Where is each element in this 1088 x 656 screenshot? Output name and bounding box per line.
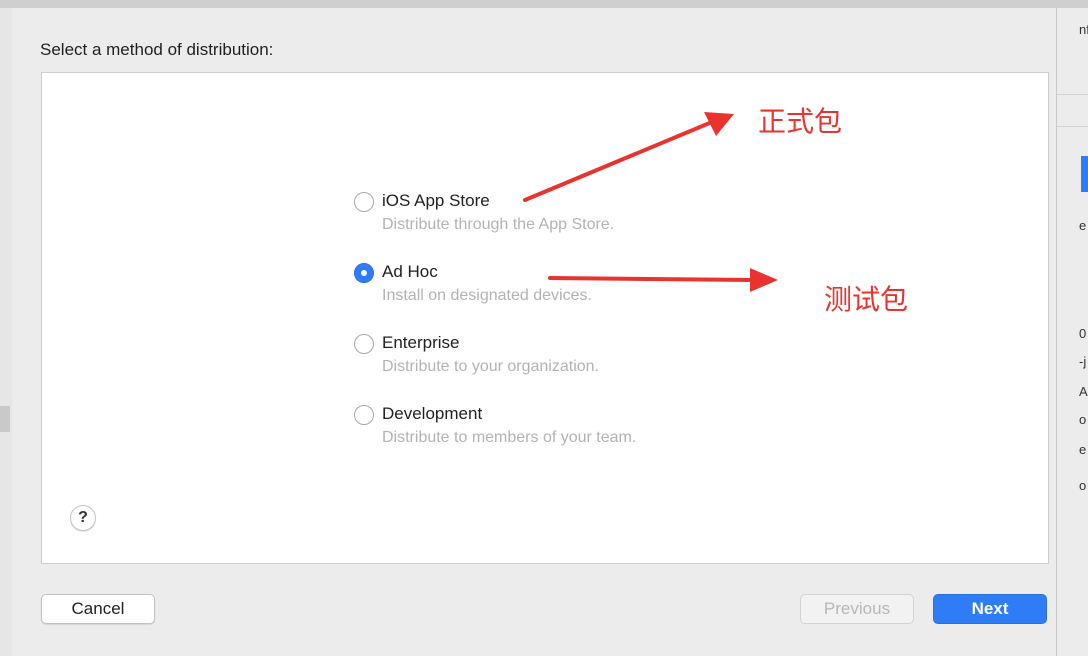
- annotation-arrows: [523, 112, 778, 292]
- test-build-label: 测试包: [824, 283, 909, 316]
- release-build-label: 正式包: [758, 105, 843, 138]
- release-arrow: [523, 112, 734, 202]
- test-arrow: [548, 268, 778, 292]
